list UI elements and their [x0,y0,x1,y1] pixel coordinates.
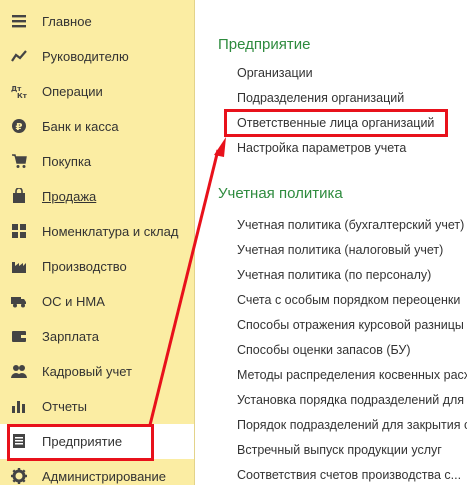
sidebar-item-nomenclature[interactable]: Номенклатура и склад [0,214,194,249]
sidebar-item-bank[interactable]: ₽ Банк и касса [0,109,194,144]
factory-icon [11,258,27,274]
sidebar-item-label: Покупка [42,154,92,169]
wallet-icon [11,328,27,344]
content-panel: Предприятие Организации Подразделения ор… [196,0,467,485]
link-department-order[interactable]: Установка порядка подразделений для закр… [237,393,467,407]
sidebar-item-label: Производство [42,259,127,274]
truck-icon [11,293,27,309]
sidebar-item-purchase[interactable]: Покупка [0,144,194,179]
sidebar-item-label: Отчеты [42,399,87,414]
link-departments[interactable]: Подразделения организаций [237,91,404,105]
grid-icon [11,223,27,239]
link-counter-output[interactable]: Встречный выпуск продукции услуг [237,443,442,457]
menu-icon [11,13,27,29]
sidebar-item-hr[interactable]: Кадровый учет [0,354,194,389]
link-revaluation-accounts[interactable]: Счета с особым порядком переоценки [237,293,460,307]
sidebar-item-assets[interactable]: ОС и НМА [0,284,194,319]
sidebar-item-manager[interactable]: Руководителю [0,39,194,74]
sidebar-item-label: Банк и касса [42,119,119,134]
link-policy-tax[interactable]: Учетная политика (налоговый учет) [237,243,443,257]
sidebar-item-sales[interactable]: Продажа [0,179,194,214]
sidebar-item-label: Зарплата [42,329,99,344]
sidebar-item-label: Руководителю [42,49,129,64]
highlight-box-link [224,109,448,137]
gear-icon [11,468,27,484]
link-organizations[interactable]: Организации [237,66,313,80]
sidebar-item-salary[interactable]: Зарплата [0,319,194,354]
cart-icon [11,153,27,169]
link-inventory-valuation[interactable]: Способы оценки запасов (БУ) [237,343,411,357]
sidebar-item-label: Главное [42,14,92,29]
sidebar-item-label: Кадровый учет [42,364,132,379]
bar-chart-icon [11,398,27,414]
sidebar-item-admin[interactable]: Администрирование [0,459,194,494]
link-policy-personnel[interactable]: Учетная политика (по персоналу) [237,268,431,282]
svg-text:₽: ₽ [16,122,23,133]
trend-chart-icon [11,48,27,64]
section-title-enterprise: Предприятие [218,36,311,53]
sidebar: Главное Руководителю Дт Кт Операции ₽ Бан… [0,0,195,485]
people-icon [11,363,27,379]
svg-text:Кт: Кт [17,92,27,99]
link-policy-accounting[interactable]: Учетная политика (бухгалтерский учет) [237,218,464,232]
sidebar-item-production[interactable]: Производство [0,249,194,284]
highlight-box-sidebar [7,424,154,461]
sidebar-item-label: Операции [42,84,103,99]
sidebar-item-label: Номенклатура и склад [42,224,179,239]
link-closing-order[interactable]: Порядок подразделений для закрытия счето… [237,418,467,432]
sidebar-item-label: Администрирование [42,469,166,484]
sidebar-item-main[interactable]: Главное [0,4,194,39]
sidebar-item-label: Продажа [42,189,97,204]
sidebar-item-operations[interactable]: Дт Кт Операции [0,74,194,109]
debit-credit-icon: Дт Кт [11,83,27,99]
sidebar-item-label: ОС и НМА [42,294,105,309]
link-indirect-costs[interactable]: Методы распределения косвенных расходов [237,368,467,382]
ruble-coin-icon: ₽ [11,118,27,134]
link-account-mapping[interactable]: Соответствия счетов производства с... [237,468,461,482]
sidebar-item-reports[interactable]: Отчеты [0,389,194,424]
shopping-bag-icon [11,188,27,204]
link-accounting-settings[interactable]: Настройка параметров учета [237,141,406,155]
link-exchange-difference[interactable]: Способы отражения курсовой разницы [237,318,464,332]
section-title-policy: Учетная политика [218,185,343,202]
